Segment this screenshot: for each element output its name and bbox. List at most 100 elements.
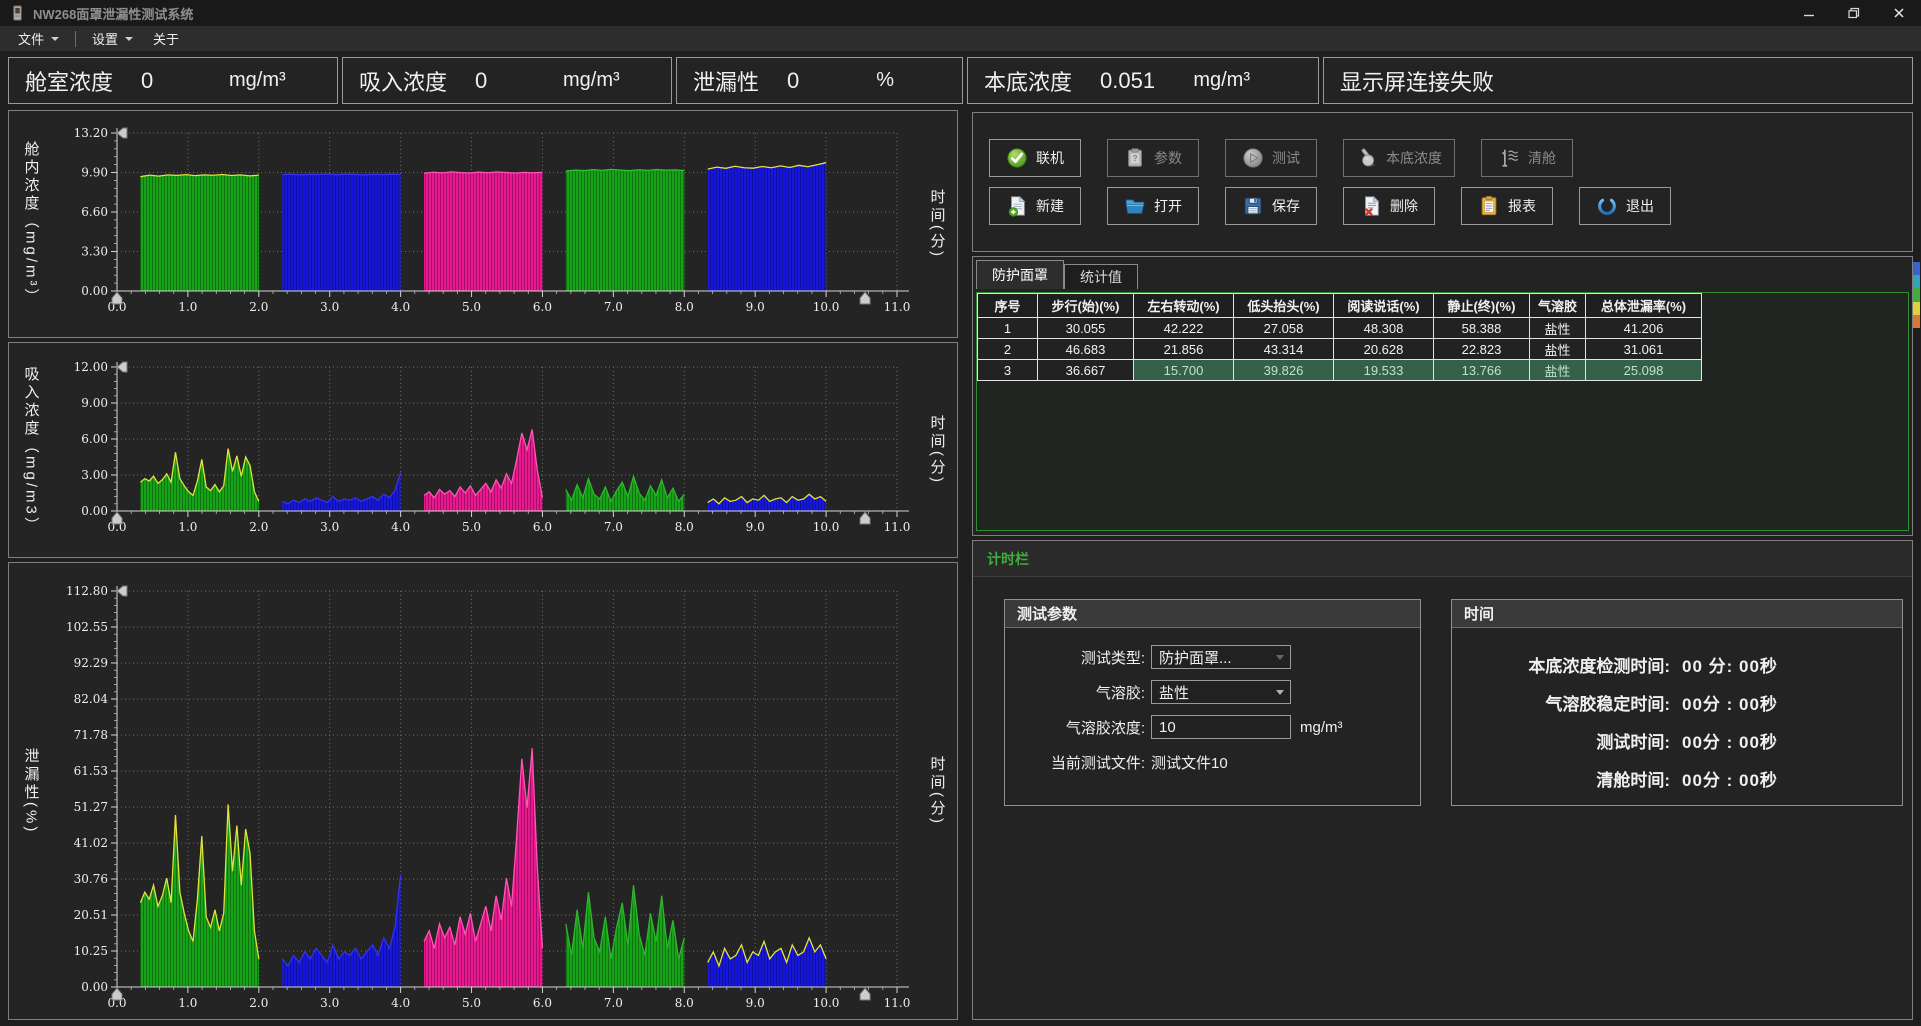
- cabin-concentration-chart-panel: 舱内浓度（mg/m³） 0.003.306.609.9013.200.01.02…: [8, 110, 958, 338]
- minimize-button[interactable]: [1786, 0, 1831, 26]
- scrollbar-thumb[interactable]: [1913, 262, 1920, 328]
- exit-button[interactable]: 退出: [1579, 187, 1671, 225]
- svg-text:6.0: 6.0: [533, 996, 552, 1010]
- svg-text:5.0: 5.0: [462, 300, 481, 314]
- toolbar-button-label: 联机: [1036, 148, 1064, 168]
- menu-label: 设置: [92, 29, 118, 48]
- series-outline: [282, 174, 400, 175]
- table-cell[interactable]: 20.628: [1334, 339, 1434, 360]
- table-row[interactable]: 336.66715.70039.82619.53313.766盐性25.098: [978, 360, 1702, 381]
- chevron-down-icon: [1276, 690, 1284, 695]
- series-segment: [424, 172, 542, 291]
- purge-time-value: 00分 : 00秒: [1682, 766, 1778, 791]
- test-button[interactable]: 测试: [1225, 139, 1317, 177]
- svg-text:9.0: 9.0: [746, 996, 765, 1010]
- table-cell[interactable]: 25.098: [1586, 360, 1702, 381]
- toolbar-button-label: 测试: [1272, 148, 1300, 168]
- menu-about[interactable]: 关于: [143, 26, 189, 51]
- menu-file[interactable]: 文件: [8, 26, 69, 51]
- test-type-select[interactable]: 防护面罩...: [1151, 645, 1291, 669]
- svg-text:7.0: 7.0: [604, 996, 623, 1010]
- aerosol-concentration-unit: mg/m³: [1300, 719, 1343, 736]
- table-row[interactable]: 130.05542.22227.05848.30858.388盐性41.206: [978, 318, 1702, 339]
- tab-protective-mask[interactable]: 防护面罩: [976, 260, 1064, 289]
- background-concentration-button[interactable]: 本底浓度: [1343, 139, 1455, 177]
- table-row[interactable]: 246.68321.85643.31420.62822.823盐性31.061: [978, 339, 1702, 360]
- purge-cabin-icon: [1498, 147, 1520, 169]
- y-range-top-handle[interactable]: [117, 128, 127, 138]
- table-cell[interactable]: 3: [978, 360, 1038, 381]
- svg-text:6.0: 6.0: [533, 520, 552, 534]
- aerosol-concentration-input[interactable]: 10: [1151, 715, 1291, 739]
- table-cell[interactable]: 43.314: [1234, 339, 1334, 360]
- select-value: 防护面罩...: [1159, 647, 1232, 668]
- new-button[interactable]: 新建: [989, 187, 1081, 225]
- display-connection-message: 显示屏连接失败: [1323, 57, 1913, 104]
- table-cell[interactable]: 46.683: [1038, 339, 1134, 360]
- y-range-top-handle[interactable]: [117, 362, 127, 372]
- aerosol-select[interactable]: 盐性: [1151, 680, 1291, 704]
- table-cell[interactable]: 22.823: [1434, 339, 1530, 360]
- table-header-cell[interactable]: 左右转动(%): [1134, 294, 1234, 318]
- toolbar-button-label: 本底浓度: [1386, 148, 1442, 168]
- y-range-top-handle[interactable]: [117, 586, 127, 596]
- x-range-left-handle[interactable]: [112, 988, 122, 1000]
- app-icon: [10, 5, 25, 22]
- purge-cabin-button[interactable]: 清舱: [1481, 139, 1573, 177]
- table-cell[interactable]: 31.061: [1586, 339, 1702, 360]
- report-button[interactable]: 报表: [1461, 187, 1553, 225]
- table-cell[interactable]: 41.206: [1586, 318, 1702, 339]
- table-cell[interactable]: 盐性: [1530, 318, 1586, 339]
- svg-text:4.0: 4.0: [391, 300, 410, 314]
- table-cell[interactable]: 42.222: [1134, 318, 1234, 339]
- chevron-down-icon: [125, 37, 133, 41]
- svg-text:2.0: 2.0: [249, 996, 268, 1010]
- svg-text:10.25: 10.25: [74, 944, 108, 958]
- tab-statistics[interactable]: 统计值: [1064, 264, 1138, 289]
- aerosol-stable-time-label: 气溶胶稳定时间:: [1452, 690, 1670, 715]
- table-cell[interactable]: 27.058: [1234, 318, 1334, 339]
- table-cell[interactable]: 21.856: [1134, 339, 1234, 360]
- table-cell[interactable]: 13.766: [1434, 360, 1530, 381]
- save-button[interactable]: 保存: [1225, 187, 1317, 225]
- series-segment: [708, 938, 826, 987]
- svg-text:13.20: 13.20: [74, 126, 108, 140]
- table-cell[interactable]: 2: [978, 339, 1038, 360]
- table-cell[interactable]: 48.308: [1334, 318, 1434, 339]
- close-button[interactable]: [1876, 0, 1921, 26]
- connect-button[interactable]: 联机: [989, 139, 1081, 177]
- svg-text:0.00: 0.00: [81, 980, 108, 994]
- table-cell[interactable]: 36.667: [1038, 360, 1134, 381]
- table-header-cell[interactable]: 阅读说话(%): [1334, 294, 1434, 318]
- series-segment: [566, 169, 684, 291]
- table-header-cell[interactable]: 低头抬头(%): [1234, 294, 1334, 318]
- open-button[interactable]: 打开: [1107, 187, 1199, 225]
- table-header-cell[interactable]: 总体泄漏率(%): [1586, 294, 1702, 318]
- svg-text:51.27: 51.27: [74, 800, 108, 814]
- table-header-cell[interactable]: 步行(始)(%): [1038, 294, 1134, 318]
- x-range-left-handle[interactable]: [112, 292, 122, 304]
- params-button[interactable]: ?参数: [1107, 139, 1199, 177]
- table-cell[interactable]: 盐性: [1530, 360, 1586, 381]
- x-range-left-handle[interactable]: [112, 512, 122, 524]
- table-header-cell[interactable]: 序号: [978, 294, 1038, 318]
- menu-settings[interactable]: 设置: [82, 26, 143, 51]
- status-label: 舱室浓度: [25, 65, 113, 97]
- table-cell[interactable]: 39.826: [1234, 360, 1334, 381]
- svg-text:7.0: 7.0: [604, 520, 623, 534]
- table-cell[interactable]: 15.700: [1134, 360, 1234, 381]
- table-header-cell[interactable]: 静止(终)(%): [1434, 294, 1530, 318]
- right-scrollbar[interactable]: [1913, 110, 1920, 1020]
- table-header-cell[interactable]: 气溶胶: [1530, 294, 1586, 318]
- table-cell[interactable]: 盐性: [1530, 339, 1586, 360]
- status-label: 泄漏性: [693, 65, 759, 97]
- table-cell[interactable]: 1: [978, 318, 1038, 339]
- toolbar-button-label: 报表: [1508, 196, 1536, 216]
- delete-button[interactable]: 删除: [1343, 187, 1435, 225]
- maximize-button[interactable]: [1831, 0, 1876, 26]
- table-cell[interactable]: 58.388: [1434, 318, 1530, 339]
- table-cell[interactable]: 30.055: [1038, 318, 1134, 339]
- table-cell[interactable]: 19.533: [1334, 360, 1434, 381]
- series-segment: [282, 875, 400, 987]
- series: [140, 163, 826, 291]
